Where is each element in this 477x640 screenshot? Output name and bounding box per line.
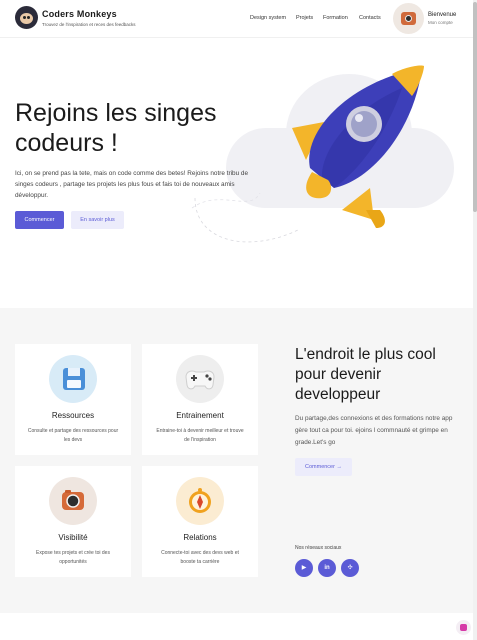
hero-description: Ici, on se prend pas la tete, mais on co…: [15, 170, 249, 199]
nav-formation[interactable]: Formation: [323, 15, 348, 21]
gamepad-icon: [176, 355, 224, 403]
feature-title: Entrainement: [176, 411, 224, 420]
scrollbar-thumb[interactable]: [473, 2, 477, 212]
brand-name[interactable]: Coders Monkeys: [42, 9, 117, 19]
start-button[interactable]: Commencer: [15, 211, 64, 229]
feature-description: Entraine-toi à devenir meilleur et trouv…: [156, 428, 244, 443]
arrow-right-icon: →: [336, 464, 342, 470]
section-description: Du partage,des connexions et des formati…: [295, 415, 453, 446]
nav-contacts[interactable]: Contacts: [359, 15, 381, 21]
slack-icon[interactable]: ✣: [341, 559, 359, 577]
user-avatar[interactable]: [393, 3, 424, 34]
nav-projets[interactable]: Projets: [296, 15, 313, 21]
nav-design-system[interactable]: Design system: [250, 15, 286, 21]
feature-title: Visibilité: [58, 533, 88, 542]
feature-card-visibilite[interactable]: Visibilité Expose tes projets et crée to…: [15, 466, 131, 577]
feature-description: Connecte-toi avec des devs web et booste…: [161, 550, 239, 565]
brand-tagline: Trouvez de l'inspiration et reces des fe…: [42, 22, 136, 27]
site-header: Coders Monkeys Trouvez de l'inspiration …: [0, 0, 477, 38]
linkedin-icon[interactable]: in: [318, 559, 336, 577]
social-label: Nos réseaux sociaux: [295, 545, 342, 551]
feature-title: Ressources: [51, 411, 95, 420]
start-button-secondary[interactable]: Commencer →: [295, 458, 352, 476]
scrollbar[interactable]: [473, 0, 477, 640]
feature-card-relations[interactable]: Relations Connecte-toi avec des devs web…: [142, 466, 258, 577]
user-welcome[interactable]: Bienvenue: [428, 12, 456, 18]
user-account-link[interactable]: Mon compte: [428, 20, 453, 25]
camera-icon: [49, 477, 97, 525]
feature-description: Expose tes projets et crée toi des oppor…: [36, 550, 110, 565]
camera-icon: [401, 12, 416, 25]
hero-title: Rejoins les singes codeurs !: [15, 99, 217, 157]
rocket-illustration: [292, 65, 424, 228]
monkey-logo[interactable]: [15, 6, 38, 29]
feature-title: Relations: [183, 533, 217, 542]
feature-description: Consulte et partage des ressources pour …: [27, 428, 119, 443]
floppy-disk-icon: [49, 355, 97, 403]
section-title: L'endroit le plus cool pour devenir deve…: [295, 346, 436, 403]
feature-card-entrainement[interactable]: Entrainement Entraine-toi à devenir meil…: [142, 344, 258, 455]
youtube-icon[interactable]: ▶: [295, 559, 313, 577]
button-label: Commencer: [305, 464, 335, 470]
learn-more-button[interactable]: En savoir plus: [71, 211, 124, 229]
chat-widget-icon[interactable]: [456, 620, 471, 635]
feature-card-ressources[interactable]: Ressources Consulte et partage des resso…: [15, 344, 131, 455]
compass-icon: [176, 477, 224, 525]
